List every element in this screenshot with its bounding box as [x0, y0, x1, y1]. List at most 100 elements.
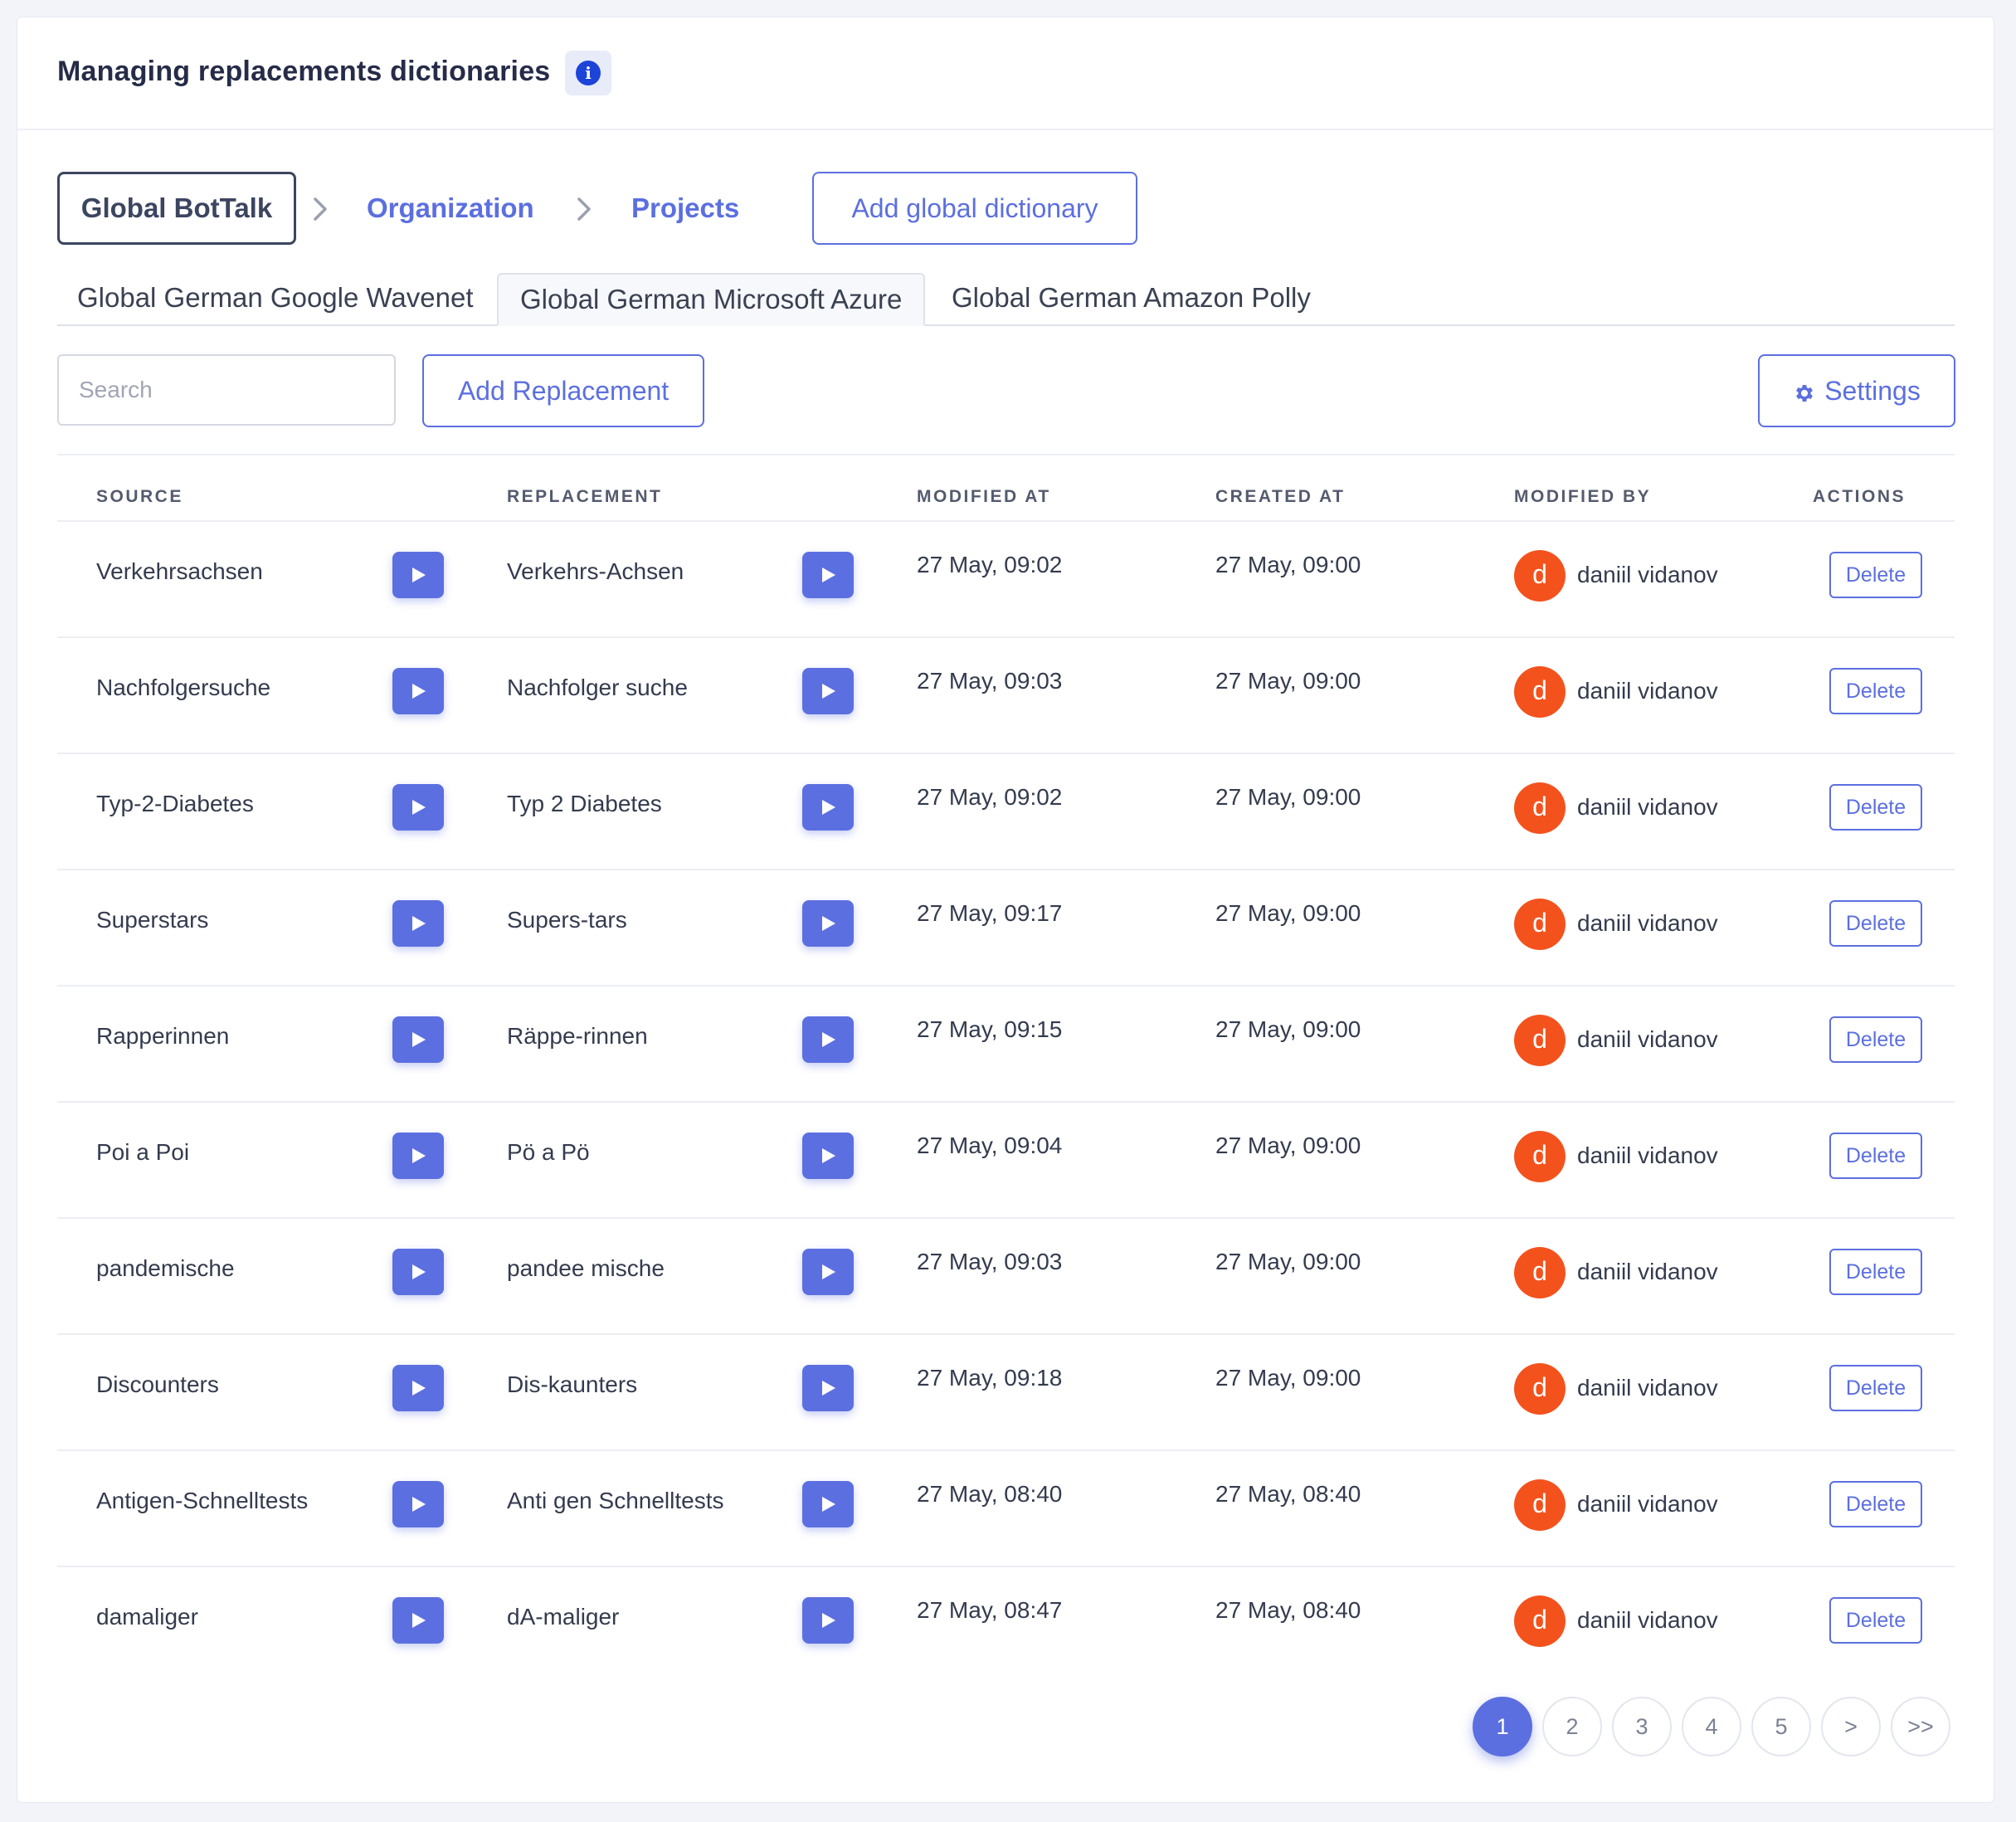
created-at-cell: 27 May, 08:40 — [1215, 1597, 1361, 1623]
delete-button[interactable]: Delete — [1829, 1249, 1922, 1295]
table-row: Superstars Supers-tars 27 May, 09:17 27 May… — [57, 869, 1955, 985]
created-at-cell: 27 May, 09:00 — [1215, 668, 1361, 694]
modified-by-cell: daniil vidanov — [1577, 1491, 1718, 1517]
play-source-button[interactable] — [392, 784, 444, 831]
play-icon — [412, 1613, 426, 1628]
avatar: d — [1514, 666, 1566, 718]
tab-amazon-polly[interactable]: Global German Amazon Polly — [930, 273, 1332, 326]
chevron-right-icon — [314, 197, 327, 221]
play-replacement-button[interactable] — [802, 900, 854, 947]
modified-at-cell: 27 May, 08:40 — [917, 1481, 1063, 1507]
play-source-button[interactable] — [392, 1133, 444, 1179]
chevron-right-icon — [577, 197, 591, 221]
next-page-button[interactable]: > — [1821, 1697, 1881, 1756]
table-row: pandemische pandee mische 27 May, 09:03 27 … — [57, 1217, 1955, 1333]
created-at-cell: 27 May, 09:00 — [1215, 552, 1361, 577]
delete-button[interactable]: Delete — [1829, 900, 1922, 947]
play-replacement-button[interactable] — [802, 1133, 854, 1179]
tab-google-wavenet[interactable]: Global German Google Wavenet — [56, 273, 495, 326]
delete-button[interactable]: Delete — [1829, 1481, 1922, 1527]
breadcrumb-projects[interactable]: Projects — [631, 188, 739, 228]
play-icon — [822, 568, 835, 582]
play-replacement-button[interactable] — [802, 552, 854, 598]
avatar: d — [1514, 550, 1566, 602]
column-header-modified-by: MODIFIED BY — [1514, 487, 1652, 506]
delete-button[interactable]: Delete — [1829, 1365, 1922, 1411]
add-replacement-button[interactable]: Add Replacement — [422, 354, 704, 427]
source-cell: Typ-2-Diabetes — [96, 791, 254, 816]
page-button-2[interactable]: 2 — [1542, 1697, 1602, 1756]
modified-by-cell: daniil vidanov — [1577, 1142, 1718, 1168]
play-icon — [412, 800, 426, 815]
delete-button[interactable]: Delete — [1829, 1597, 1922, 1644]
play-source-button[interactable] — [392, 668, 444, 714]
modified-at-cell: 27 May, 08:47 — [917, 1597, 1063, 1623]
tab-microsoft-azure[interactable]: Global German Microsoft Azure — [497, 273, 926, 326]
avatar: d — [1514, 1131, 1566, 1182]
delete-button[interactable]: Delete — [1829, 1016, 1922, 1063]
settings-button[interactable]: Settings — [1758, 354, 1955, 427]
play-source-button[interactable] — [392, 900, 444, 947]
play-source-button[interactable] — [392, 1597, 444, 1644]
table-top-border — [57, 454, 1955, 456]
play-source-button[interactable] — [392, 552, 444, 598]
delete-button[interactable]: Delete — [1829, 1133, 1922, 1179]
replacement-cell: Pö a Pö — [507, 1139, 590, 1165]
replacement-cell: Anti gen Schnelltests — [507, 1488, 724, 1513]
modified-by-cell: daniil vidanov — [1577, 910, 1718, 936]
source-cell: pandemische — [96, 1255, 235, 1281]
page-button-3[interactable]: 3 — [1612, 1697, 1672, 1756]
gear-icon — [1796, 384, 1814, 402]
modified-by-cell: daniil vidanov — [1577, 1026, 1718, 1052]
column-header-created-at: CREATED AT — [1215, 487, 1346, 506]
info-button[interactable]: i — [565, 51, 611, 95]
source-cell: damaliger — [96, 1604, 198, 1630]
delete-button[interactable]: Delete — [1829, 668, 1922, 714]
delete-button[interactable]: Delete — [1829, 552, 1922, 598]
add-global-dictionary-button[interactable]: Add global dictionary — [812, 172, 1137, 245]
modified-by-cell: daniil vidanov — [1577, 1375, 1718, 1401]
page-button-4[interactable]: 4 — [1682, 1697, 1741, 1756]
column-header-replacement: REPLACEMENT — [507, 487, 663, 506]
modified-at-cell: 27 May, 09:04 — [917, 1133, 1063, 1158]
modified-at-cell: 27 May, 09:17 — [917, 900, 1063, 926]
avatar: d — [1514, 899, 1566, 950]
replacement-cell: Dis-kaunters — [507, 1371, 638, 1397]
breadcrumb-organization[interactable]: Organization — [367, 188, 534, 228]
play-replacement-button[interactable] — [802, 1365, 854, 1411]
play-replacement-button[interactable] — [802, 1249, 854, 1295]
source-cell: Superstars — [96, 907, 209, 933]
dictionary-card: Managing replacements dictionaries i Glo… — [17, 17, 1994, 1803]
source-cell: Nachfolgersuche — [96, 675, 271, 700]
delete-button[interactable]: Delete — [1829, 784, 1922, 831]
search-input[interactable] — [57, 354, 396, 426]
replacement-cell: Supers-tars — [507, 907, 627, 933]
play-icon — [822, 1148, 835, 1163]
play-icon — [412, 1148, 426, 1163]
play-icon — [412, 568, 426, 582]
play-replacement-button[interactable] — [802, 1597, 854, 1644]
page-button-1[interactable]: 1 — [1473, 1697, 1532, 1756]
play-source-button[interactable] — [392, 1249, 444, 1295]
settings-label: Settings — [1824, 376, 1921, 406]
modified-by-cell: daniil vidanov — [1577, 794, 1718, 820]
play-replacement-button[interactable] — [802, 784, 854, 831]
play-source-button[interactable] — [392, 1365, 444, 1411]
last-page-button[interactable]: >> — [1891, 1697, 1950, 1756]
play-source-button[interactable] — [392, 1016, 444, 1063]
modified-at-cell: 27 May, 09:15 — [917, 1016, 1063, 1042]
page-button-5[interactable]: 5 — [1751, 1697, 1811, 1756]
source-cell: Rapperinnen — [96, 1023, 230, 1049]
breadcrumb-global-bottalk[interactable]: Global BotTalk — [57, 172, 296, 245]
column-header-source: SOURCE — [96, 487, 183, 506]
play-replacement-button[interactable] — [802, 668, 854, 714]
play-icon — [822, 1264, 835, 1279]
replacement-cell: Räppe-rinnen — [507, 1023, 648, 1049]
source-cell: Antigen-Schnelltests — [96, 1488, 309, 1513]
play-source-button[interactable] — [392, 1481, 444, 1527]
column-header-actions: ACTIONS — [1813, 487, 1906, 506]
created-at-cell: 27 May, 09:00 — [1215, 784, 1361, 810]
play-replacement-button[interactable] — [802, 1016, 854, 1063]
play-replacement-button[interactable] — [802, 1481, 854, 1527]
avatar: d — [1514, 1247, 1566, 1298]
